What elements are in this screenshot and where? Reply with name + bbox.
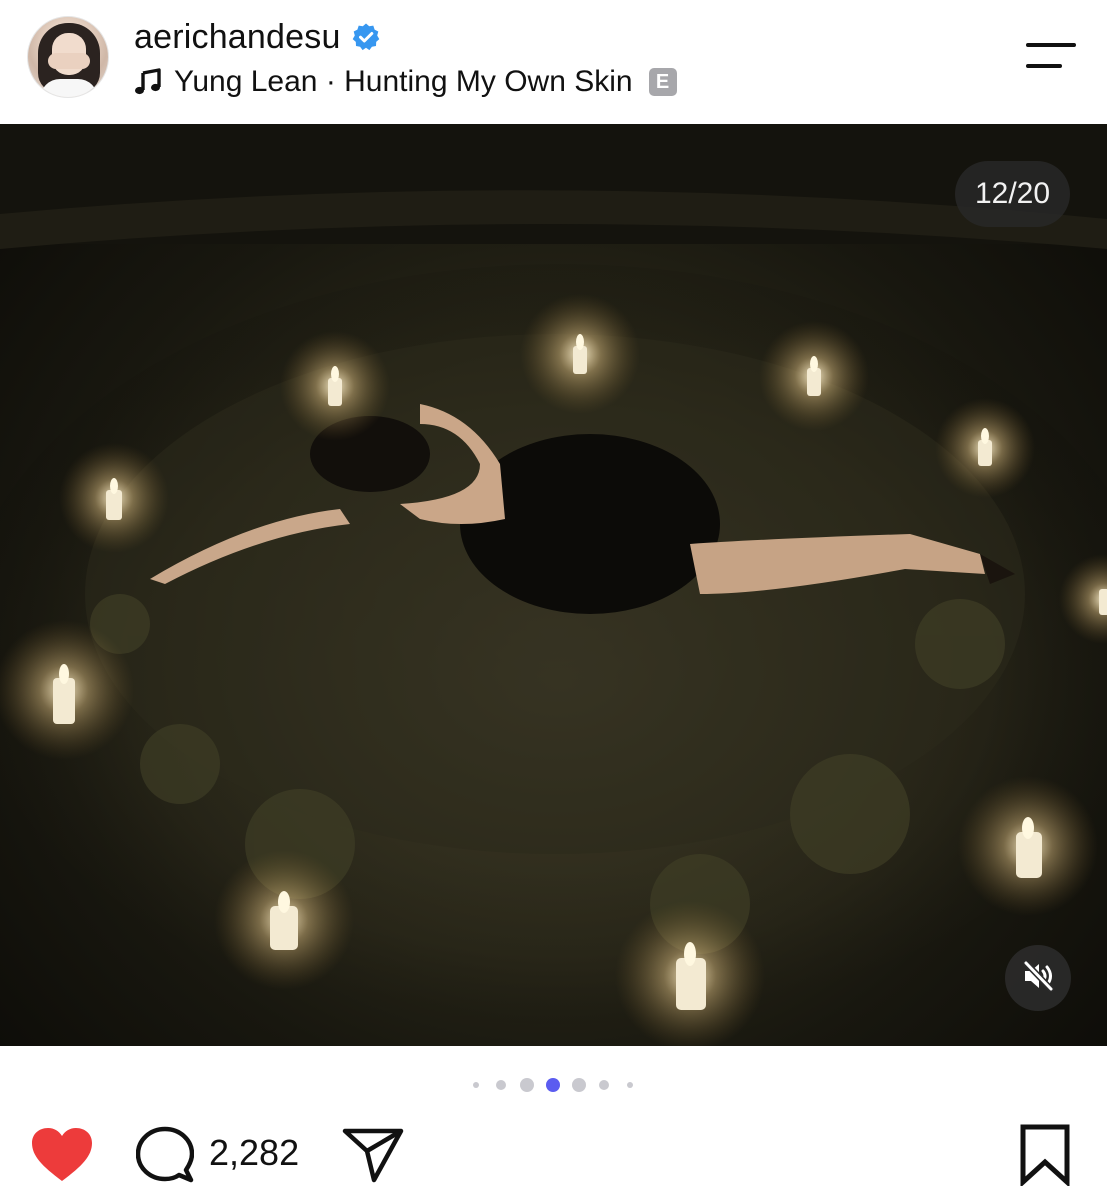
post-photo[interactable]: 12/20 xyxy=(0,124,1107,1046)
like-button[interactable] xyxy=(30,1126,94,1184)
mute-icon xyxy=(1020,958,1056,999)
bookmark-icon xyxy=(1018,1124,1072,1190)
media-counter: 12/20 xyxy=(955,161,1070,227)
post-header: aerichandesu Yung Lean · Hunting My Own … xyxy=(0,0,1107,124)
pager-dot xyxy=(627,1082,633,1088)
username-row: aerichandesu xyxy=(134,14,381,60)
photo-scene xyxy=(0,124,1107,1046)
carousel-pager xyxy=(0,1072,1107,1098)
music-row[interactable]: Yung Lean · Hunting My Own Skin E xyxy=(134,62,677,102)
share-button[interactable] xyxy=(342,1126,404,1184)
explicit-badge: E xyxy=(648,68,677,96)
share-icon xyxy=(342,1128,404,1188)
music-note-icon xyxy=(134,68,162,96)
menu-button[interactable] xyxy=(1020,38,1078,72)
avatar[interactable] xyxy=(27,16,109,98)
username-link[interactable]: aerichandesu xyxy=(134,18,341,57)
avatar-hands xyxy=(48,53,90,69)
save-button[interactable] xyxy=(1018,1124,1072,1188)
pager-dot xyxy=(473,1082,479,1088)
pager-dot-active xyxy=(546,1078,560,1092)
pager-dot xyxy=(572,1078,586,1092)
comment-count: 2,282 xyxy=(209,1132,300,1173)
pager-dot xyxy=(496,1080,506,1090)
heart-icon xyxy=(30,1128,94,1188)
pager-dot xyxy=(520,1078,534,1092)
avatar-shirt xyxy=(40,79,98,97)
music-track-label: Yung Lean · Hunting My Own Skin xyxy=(174,65,633,98)
comment-icon xyxy=(135,1126,195,1188)
pager-dot xyxy=(599,1080,609,1090)
verified-badge-icon xyxy=(351,22,381,52)
mute-button[interactable] xyxy=(1005,945,1071,1011)
comment-button[interactable] xyxy=(135,1126,195,1184)
action-bar: 2,282 xyxy=(0,1110,1107,1200)
